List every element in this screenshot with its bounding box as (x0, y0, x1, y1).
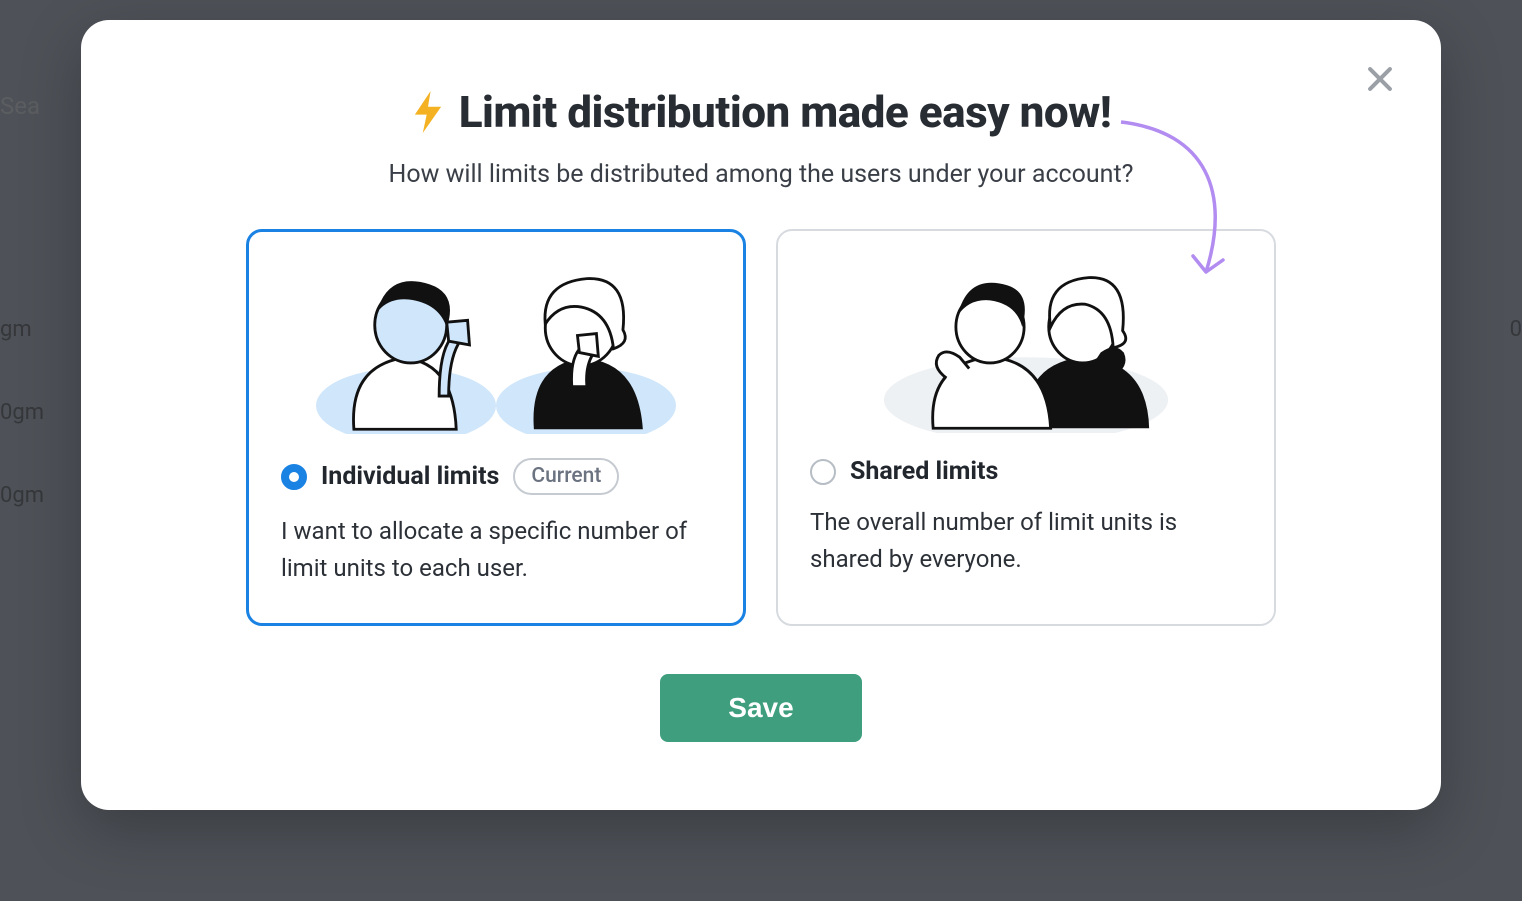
limit-distribution-modal: Limit distribution made easy now! How wi… (81, 20, 1441, 810)
shared-illustration (810, 253, 1242, 433)
modal-overlay: Limit distribution made easy now! How wi… (0, 0, 1522, 901)
modal-subtitle: How will limits be distributed among the… (141, 160, 1381, 189)
radio-individual[interactable] (281, 464, 307, 490)
lightning-icon (411, 91, 445, 133)
close-button[interactable] (1359, 58, 1401, 100)
option-individual-limits[interactable]: Individual limits Current I want to allo… (246, 229, 746, 626)
save-button[interactable]: Save (660, 674, 861, 742)
modal-title: Limit distribution made easy now! (459, 86, 1112, 138)
option-shared-limits[interactable]: Shared limits The overall number of limi… (776, 229, 1276, 626)
current-badge: Current (513, 458, 619, 495)
radio-shared[interactable] (810, 459, 836, 485)
option-individual-description: I want to allocate a specific number of … (281, 513, 711, 587)
option-shared-description: The overall number of limit units is sha… (810, 504, 1242, 578)
individual-illustration (281, 254, 711, 434)
option-shared-label: Shared limits (850, 457, 998, 486)
close-icon (1363, 62, 1397, 96)
option-individual-label: Individual limits (321, 462, 499, 491)
